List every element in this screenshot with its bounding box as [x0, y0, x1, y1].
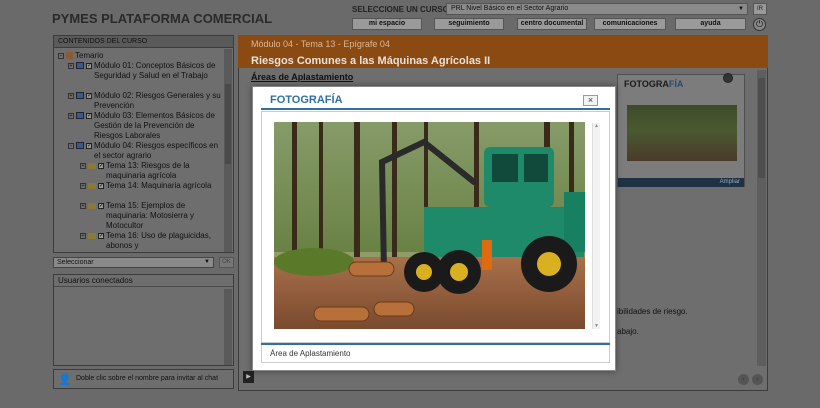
- body-text-fragment: abajo.: [617, 327, 639, 336]
- module-icon: [76, 92, 84, 99]
- folder-icon: [88, 163, 96, 169]
- nav-seguimiento[interactable]: seguimiento: [434, 18, 504, 30]
- check-icon: ✓: [86, 63, 93, 69]
- course-select-value: PRL Nivel Básico en el Sector Agrario: [451, 5, 569, 12]
- check-icon: ✓: [98, 203, 105, 209]
- section-title: Áreas de Aplastamiento: [251, 72, 354, 82]
- expand-icon[interactable]: +: [80, 203, 86, 209]
- tree-scrollbar-thumb[interactable]: [225, 84, 231, 164]
- folder-icon: [88, 203, 96, 209]
- connected-users-panel: Usuarios conectados: [53, 274, 234, 366]
- collapse-icon[interactable]: −: [68, 143, 74, 149]
- book-icon: [66, 52, 73, 59]
- close-button[interactable]: ×: [583, 95, 598, 106]
- folder-icon: [88, 233, 96, 239]
- prev-page-icon[interactable]: ‹: [738, 374, 749, 385]
- tree-item-tema-13[interactable]: + ✓ Tema 13: Riesgos de la maquinaria agrí…: [80, 161, 222, 181]
- module-icon: [76, 112, 84, 119]
- check-icon: ✓: [86, 93, 93, 99]
- enlarge-link[interactable]: Ampliar: [618, 178, 744, 187]
- expand-icon[interactable]: +: [68, 63, 74, 69]
- fotografia-logo: FOTOGRAFÍA: [624, 79, 684, 89]
- select-dropdown[interactable]: Seleccionar ▼: [53, 257, 214, 268]
- nav-ayuda[interactable]: ayuda: [675, 18, 746, 30]
- forestry-machine-photo: [274, 122, 585, 329]
- tree-item-temario[interactable]: − Temario: [58, 51, 103, 61]
- expand-icon[interactable]: +: [80, 183, 86, 189]
- tree-item-tema-16[interactable]: + ✓ Tema 16: Uso de plaguicidas, abonos y: [80, 231, 222, 251]
- power-icon[interactable]: ⏻: [753, 18, 766, 31]
- check-icon: ✓: [98, 183, 105, 189]
- nav-comunicaciones[interactable]: comunicaciones: [594, 18, 666, 30]
- next-page-icon[interactable]: ›: [752, 374, 763, 385]
- body-text-fragment: ibilidades de riesgo.: [617, 307, 688, 316]
- breadcrumb: Módulo 04 - Tema 13 - Epígrafe 04: [251, 39, 390, 49]
- content-scrollbar-thumb[interactable]: [758, 78, 765, 178]
- expand-icon[interactable]: +: [80, 233, 86, 239]
- users-scrollbar[interactable]: [224, 289, 232, 365]
- expand-icon[interactable]: +: [80, 163, 86, 169]
- folder-icon: [88, 183, 96, 189]
- course-contents-panel: CONTENIDOS DEL CURSO − Temario + ✓ Módulo 0…: [53, 35, 234, 253]
- tree-item-modulo-03[interactable]: + ✓ Módulo 03: Elementos Básicos de Gestió…: [68, 111, 222, 141]
- ok-button[interactable]: OK: [219, 257, 234, 268]
- check-icon: ✓: [86, 143, 93, 149]
- expand-icon[interactable]: +: [68, 93, 74, 99]
- course-select[interactable]: PRL Nivel Básico en el Sector Agrario ▼: [446, 3, 748, 15]
- lightbox-scrollbar[interactable]: ▲ ▼: [592, 123, 600, 329]
- fotografia-logo: FOTOGRAFÍA: [270, 94, 343, 106]
- tree-item-tema-14[interactable]: + ✓ Tema 14: Maquinaria agrícola: [80, 181, 222, 191]
- chat-bar: 👤 Doble clic sobre el nombre para invita…: [53, 369, 234, 389]
- user-icon: 👤: [58, 374, 72, 386]
- image-lightbox: FOTOGRAFÍA × ▲ ▼ Área de Aplastamiento: [252, 86, 616, 371]
- expand-icon[interactable]: +: [68, 113, 74, 119]
- nav-mi-espacio[interactable]: mi espacio: [352, 18, 422, 30]
- tree-item-modulo-02[interactable]: + ✓ Módulo 02: Riesgos Generales y su Prev…: [68, 91, 222, 111]
- tree-item-modulo-04[interactable]: − ✓ Módulo 04: Riesgos específicos en el s…: [68, 141, 222, 161]
- image-caption: Área de Aplastamiento: [270, 349, 351, 358]
- check-icon: ✓: [98, 233, 105, 239]
- app-title: PYMES PLATAFORMA COMERCIAL: [52, 11, 273, 26]
- nav-centro-documental[interactable]: centro documental: [517, 18, 587, 30]
- tree-item-modulo-01[interactable]: + ✓ Módulo 01: Conceptos Básicos de Seguri…: [68, 61, 222, 81]
- check-icon: ✓: [86, 113, 93, 119]
- thumbnail-image[interactable]: [627, 105, 737, 161]
- go-button[interactable]: IR: [753, 3, 767, 15]
- module-icon: [76, 142, 84, 149]
- collapse-icon[interactable]: −: [58, 53, 64, 59]
- photo-thumbnail-card[interactable]: FOTOGRAFÍA Ampliar: [617, 74, 745, 187]
- panel-header: CONTENIDOS DEL CURSO: [54, 36, 233, 48]
- pin-icon: [723, 73, 733, 83]
- divider: [261, 108, 610, 110]
- panel-header: Usuarios conectados: [54, 275, 233, 287]
- module-icon: [76, 62, 84, 69]
- chevron-down-icon: ▼: [738, 6, 744, 12]
- check-icon: ✓: [98, 163, 105, 169]
- course-select-label: SELECCIONE UN CURSO:: [352, 5, 452, 14]
- page-title: Riesgos Comunes a las Máquinas Agrícolas…: [251, 55, 491, 67]
- sidebar-toggle-icon[interactable]: ▶: [243, 371, 254, 383]
- chevron-down-icon: ▼: [204, 259, 210, 265]
- tree-item-tema-15[interactable]: + ✓ Tema 15: Ejemplos de maquinaria: Motos…: [80, 201, 222, 231]
- chat-hint: Doble clic sobre el nombre para invitar …: [76, 375, 219, 382]
